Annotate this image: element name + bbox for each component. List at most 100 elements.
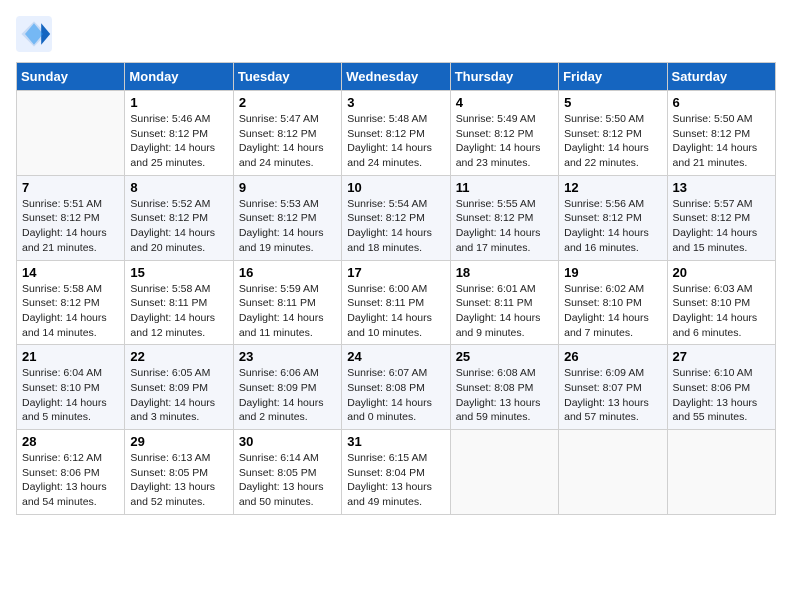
day-header-friday: Friday xyxy=(559,63,667,91)
calendar-cell xyxy=(450,430,558,515)
day-info: Sunrise: 6:00 AMSunset: 8:11 PMDaylight:… xyxy=(347,282,444,341)
day-info: Sunrise: 5:55 AMSunset: 8:12 PMDaylight:… xyxy=(456,197,553,256)
day-number: 13 xyxy=(673,180,770,195)
calendar-cell: 26 Sunrise: 6:09 AMSunset: 8:07 PMDayligh… xyxy=(559,345,667,430)
day-info: Sunrise: 6:04 AMSunset: 8:10 PMDaylight:… xyxy=(22,366,119,425)
day-info: Sunrise: 5:56 AMSunset: 8:12 PMDaylight:… xyxy=(564,197,661,256)
day-info: Sunrise: 6:15 AMSunset: 8:04 PMDaylight:… xyxy=(347,451,444,510)
calendar-cell: 29 Sunrise: 6:13 AMSunset: 8:05 PMDayligh… xyxy=(125,430,233,515)
calendar-cell: 6Sunrise: 5:50 AMSunset: 8:12 PMDaylight… xyxy=(667,91,775,176)
calendar-cell: 28Sunrise: 6:12 AMSunset: 8:06 PMDayligh… xyxy=(17,430,125,515)
calendar-cell: 2 Sunrise: 5:47 AMSunset: 8:12 PMDaylight… xyxy=(233,91,341,176)
day-info: Sunrise: 6:05 AMSunset: 8:09 PMDaylight:… xyxy=(130,366,227,425)
day-number: 16 xyxy=(239,265,336,280)
day-info: Sunrise: 5:48 AMSunset: 8:12 PMDaylight:… xyxy=(347,112,444,171)
day-number: 23 xyxy=(239,349,336,364)
day-number: 14 xyxy=(22,265,119,280)
day-header-tuesday: Tuesday xyxy=(233,63,341,91)
calendar-cell: 9 Sunrise: 5:53 AMSunset: 8:12 PMDaylight… xyxy=(233,175,341,260)
day-number: 11 xyxy=(456,180,553,195)
day-info: Sunrise: 5:52 AMSunset: 8:12 PMDaylight:… xyxy=(130,197,227,256)
calendar-week-row: 28Sunrise: 6:12 AMSunset: 8:06 PMDayligh… xyxy=(17,430,776,515)
day-info: Sunrise: 6:08 AMSunset: 8:08 PMDaylight:… xyxy=(456,366,553,425)
day-header-thursday: Thursday xyxy=(450,63,558,91)
calendar-cell: 18 Sunrise: 6:01 AMSunset: 8:11 PMDayligh… xyxy=(450,260,558,345)
day-number: 17 xyxy=(347,265,444,280)
day-number: 3 xyxy=(347,95,444,110)
day-number: 31 xyxy=(347,434,444,449)
calendar-cell: 15Sunrise: 5:58 AMSunset: 8:11 PMDayligh… xyxy=(125,260,233,345)
day-number: 21 xyxy=(22,349,119,364)
day-number: 30 xyxy=(239,434,336,449)
day-info: Sunrise: 6:14 AMSunset: 8:05 PMDaylight:… xyxy=(239,451,336,510)
calendar-cell: 16 Sunrise: 5:59 AMSunset: 8:11 PMDayligh… xyxy=(233,260,341,345)
calendar-cell: 30 Sunrise: 6:14 AMSunset: 8:05 PMDayligh… xyxy=(233,430,341,515)
day-info: Sunrise: 5:58 AMSunset: 8:12 PMDaylight:… xyxy=(22,282,119,341)
day-number: 12 xyxy=(564,180,661,195)
day-info: Sunrise: 5:54 AMSunset: 8:12 PMDaylight:… xyxy=(347,197,444,256)
day-number: 4 xyxy=(456,95,553,110)
day-number: 10 xyxy=(347,180,444,195)
calendar-cell: 8 Sunrise: 5:52 AMSunset: 8:12 PMDaylight… xyxy=(125,175,233,260)
logo xyxy=(16,16,58,52)
calendar-cell: 31 Sunrise: 6:15 AMSunset: 8:04 PMDayligh… xyxy=(342,430,450,515)
calendar-cell: 23 Sunrise: 6:06 AMSunset: 8:09 PMDayligh… xyxy=(233,345,341,430)
calendar-cell: 27Sunrise: 6:10 AMSunset: 8:06 PMDayligh… xyxy=(667,345,775,430)
day-header-sunday: Sunday xyxy=(17,63,125,91)
day-info: Sunrise: 5:50 AMSunset: 8:12 PMDaylight:… xyxy=(564,112,661,171)
calendar-cell: 20 Sunrise: 6:03 AMSunset: 8:10 PMDayligh… xyxy=(667,260,775,345)
day-info: Sunrise: 5:46 AMSunset: 8:12 PMDaylight:… xyxy=(130,112,227,171)
day-number: 18 xyxy=(456,265,553,280)
day-info: Sunrise: 5:49 AMSunset: 8:12 PMDaylight:… xyxy=(456,112,553,171)
calendar-cell xyxy=(17,91,125,176)
calendar-cell: 14 Sunrise: 5:58 AMSunset: 8:12 PMDayligh… xyxy=(17,260,125,345)
day-info: Sunrise: 5:59 AMSunset: 8:11 PMDaylight:… xyxy=(239,282,336,341)
day-info: Sunrise: 5:53 AMSunset: 8:12 PMDaylight:… xyxy=(239,197,336,256)
day-number: 25 xyxy=(456,349,553,364)
day-number: 15 xyxy=(130,265,227,280)
day-number: 8 xyxy=(130,180,227,195)
page-header xyxy=(16,16,776,52)
calendar-cell: 10 Sunrise: 5:54 AMSunset: 8:12 PMDayligh… xyxy=(342,175,450,260)
logo-icon xyxy=(16,16,52,52)
calendar-week-row: 21 Sunrise: 6:04 AMSunset: 8:10 PMDayligh… xyxy=(17,345,776,430)
calendar-header-row: SundayMondayTuesdayWednesdayThursdayFrid… xyxy=(17,63,776,91)
day-number: 26 xyxy=(564,349,661,364)
day-number: 28 xyxy=(22,434,119,449)
day-header-monday: Monday xyxy=(125,63,233,91)
calendar-cell: 3 Sunrise: 5:48 AMSunset: 8:12 PMDaylight… xyxy=(342,91,450,176)
day-header-saturday: Saturday xyxy=(667,63,775,91)
day-number: 22 xyxy=(130,349,227,364)
calendar-cell: 12 Sunrise: 5:56 AMSunset: 8:12 PMDayligh… xyxy=(559,175,667,260)
day-info: Sunrise: 6:06 AMSunset: 8:09 PMDaylight:… xyxy=(239,366,336,425)
calendar-cell xyxy=(667,430,775,515)
day-number: 24 xyxy=(347,349,444,364)
day-info: Sunrise: 5:51 AMSunset: 8:12 PMDaylight:… xyxy=(22,197,119,256)
day-info: Sunrise: 5:57 AMSunset: 8:12 PMDaylight:… xyxy=(673,197,770,256)
day-info: Sunrise: 6:09 AMSunset: 8:07 PMDaylight:… xyxy=(564,366,661,425)
calendar-table: SundayMondayTuesdayWednesdayThursdayFrid… xyxy=(16,62,776,515)
day-info: Sunrise: 5:47 AMSunset: 8:12 PMDaylight:… xyxy=(239,112,336,171)
calendar-cell: 7 Sunrise: 5:51 AMSunset: 8:12 PMDaylight… xyxy=(17,175,125,260)
day-number: 7 xyxy=(22,180,119,195)
calendar-cell: 21 Sunrise: 6:04 AMSunset: 8:10 PMDayligh… xyxy=(17,345,125,430)
day-number: 20 xyxy=(673,265,770,280)
calendar-cell: 13 Sunrise: 5:57 AMSunset: 8:12 PMDayligh… xyxy=(667,175,775,260)
day-info: Sunrise: 6:01 AMSunset: 8:11 PMDaylight:… xyxy=(456,282,553,341)
day-info: Sunrise: 6:03 AMSunset: 8:10 PMDaylight:… xyxy=(673,282,770,341)
calendar-cell: 25 Sunrise: 6:08 AMSunset: 8:08 PMDayligh… xyxy=(450,345,558,430)
calendar-cell: 19Sunrise: 6:02 AMSunset: 8:10 PMDayligh… xyxy=(559,260,667,345)
day-number: 6 xyxy=(673,95,770,110)
day-number: 2 xyxy=(239,95,336,110)
day-info: Sunrise: 6:02 AMSunset: 8:10 PMDaylight:… xyxy=(564,282,661,341)
calendar-cell xyxy=(559,430,667,515)
day-info: Sunrise: 6:13 AMSunset: 8:05 PMDaylight:… xyxy=(130,451,227,510)
day-number: 9 xyxy=(239,180,336,195)
day-number: 29 xyxy=(130,434,227,449)
calendar-cell: 5Sunrise: 5:50 AMSunset: 8:12 PMDaylight… xyxy=(559,91,667,176)
day-number: 27 xyxy=(673,349,770,364)
calendar-week-row: 7 Sunrise: 5:51 AMSunset: 8:12 PMDaylight… xyxy=(17,175,776,260)
calendar-cell: 22 Sunrise: 6:05 AMSunset: 8:09 PMDayligh… xyxy=(125,345,233,430)
day-header-wednesday: Wednesday xyxy=(342,63,450,91)
day-info: Sunrise: 6:07 AMSunset: 8:08 PMDaylight:… xyxy=(347,366,444,425)
